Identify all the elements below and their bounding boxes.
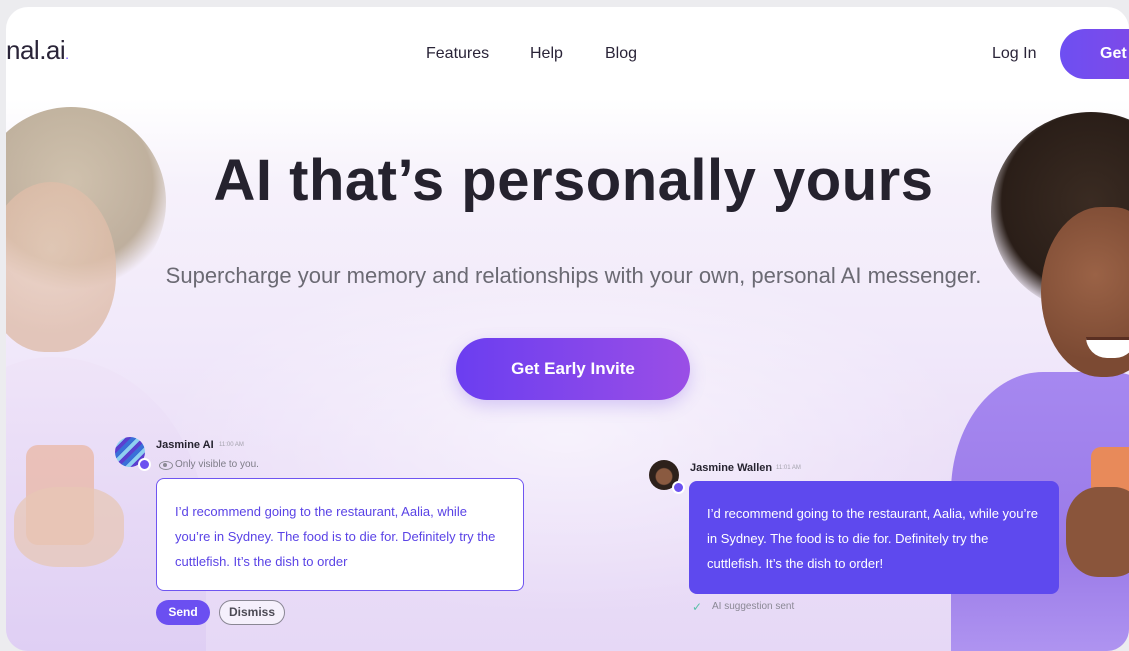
eye-icon bbox=[159, 461, 173, 470]
get-early-invite-button[interactable]: Get Early Invite bbox=[456, 338, 690, 400]
ai-suggestion-sent-label: AI suggestion sent bbox=[712, 601, 795, 612]
hero-subtitle: Supercharge your memory and relationship… bbox=[165, 263, 982, 288]
brand-logo-text: nal.ai bbox=[6, 35, 66, 65]
visibility-note: Only visible to you. bbox=[175, 459, 259, 470]
get-started-button[interactable]: Get bbox=[1060, 29, 1129, 79]
message-time: 11:00 AM bbox=[219, 442, 244, 448]
right-person-hand bbox=[1066, 487, 1129, 577]
sender-name: Jasmine AI bbox=[156, 439, 214, 451]
dismiss-button[interactable]: Dismiss bbox=[219, 600, 285, 625]
nav-features-link[interactable]: Features bbox=[426, 45, 489, 63]
online-status-dot bbox=[138, 458, 151, 471]
login-link[interactable]: Log In bbox=[992, 45, 1036, 63]
brand-logo[interactable]: nal.ai. bbox=[6, 35, 69, 66]
sent-message-bubble: I’d recommend going to the restaurant, A… bbox=[689, 481, 1059, 594]
page-frame: nal.ai. Features Help Blog Log In Get AI… bbox=[6, 7, 1129, 651]
checkmark-icon: ✓ bbox=[692, 600, 703, 614]
message-time: 11:01 AM bbox=[776, 465, 801, 471]
hero-title: AI that’s personally yours bbox=[213, 148, 934, 213]
nav-blog-link[interactable]: Blog bbox=[605, 45, 637, 63]
send-button[interactable]: Send bbox=[156, 600, 210, 625]
nav-help-link[interactable]: Help bbox=[530, 45, 563, 63]
brand-logo-dot: . bbox=[65, 46, 69, 62]
ai-suggestion-bubble: I’d recommend going to the restaurant, A… bbox=[156, 478, 524, 591]
online-status-dot bbox=[672, 481, 685, 494]
sender-name: Jasmine Wallen bbox=[690, 462, 773, 474]
left-person-hand bbox=[14, 487, 124, 567]
